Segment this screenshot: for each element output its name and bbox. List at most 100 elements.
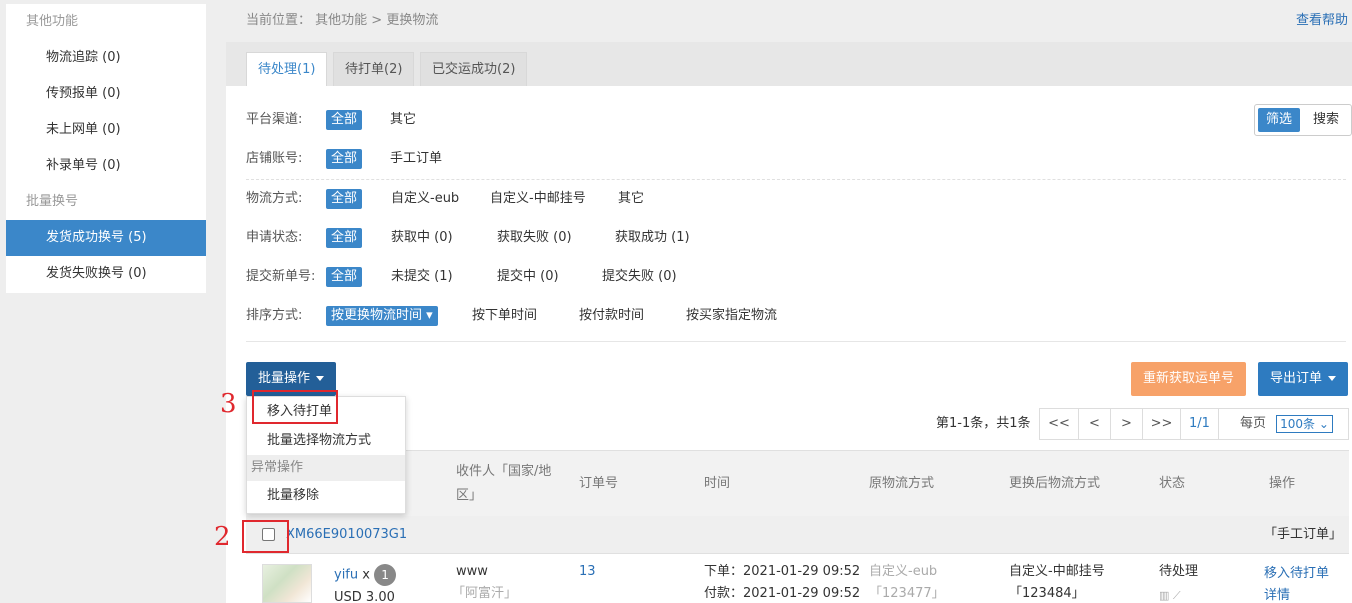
per-page-value: 100条 (1280, 416, 1316, 431)
filter-submit-in-progress[interactable]: 提交中 (0) (497, 265, 559, 289)
pager-prev-button[interactable]: < (1078, 408, 1111, 440)
pay-time: 付款：2021-01-29 09:52 (704, 586, 861, 601)
sort-by-pay-time[interactable]: 按付款时间 (579, 304, 644, 328)
pager-last-button[interactable]: >> (1142, 408, 1181, 440)
recipient-country: 「阿富汗」 (452, 586, 518, 601)
filter-logistics-other[interactable]: 其它 (618, 187, 644, 211)
filter-mode-button[interactable]: 筛选 (1258, 108, 1301, 132)
filter-logistics-china-post[interactable]: 自定义-中邮挂号 (490, 187, 586, 211)
search-mode-button[interactable]: 搜索 (1305, 108, 1347, 132)
table-header: 收件人「国家/地区」 订单号 时间 原物流方式 更换后物流方式 状态 操作 (246, 450, 1349, 516)
new-logistics: 自定义-中邮挂号 (1009, 564, 1105, 579)
new-tracking: 「123484」 (1009, 586, 1085, 601)
sidebar-item-ship-success[interactable]: 发货成功换号 (5) (6, 220, 206, 256)
batch-operation-label: 批量操作 (258, 371, 311, 386)
per-page-select[interactable]: 100条 ⌄ (1276, 414, 1333, 433)
filter-platform-all[interactable]: 全部 (326, 110, 363, 130)
pager-first-button[interactable]: << (1039, 408, 1079, 440)
per-page-label: 每页 (1240, 416, 1267, 431)
menu-select-logistics[interactable]: 批量选择物流方式 (247, 426, 405, 455)
main-area: 当前位置： 其他功能 > 更换物流 查看帮助 待处理(1) 待打单(2) 已交运… (214, 0, 1352, 603)
filter-submit: 提交新单号: 全部 未提交 (1) 提交中 (0) 提交失败 (0) (246, 265, 1146, 289)
tab-to-print[interactable]: 待打单(2) (333, 52, 415, 86)
header-action: 操作 (1269, 476, 1296, 491)
annotation-number-3: 3 (220, 389, 237, 419)
row-detail-link[interactable]: 详情 (1264, 585, 1290, 603)
filter-status-fetching[interactable]: 获取中 (0) (391, 226, 453, 250)
sidebar-section-batch: 批量换号 (26, 194, 79, 209)
filter-logistics-eub[interactable]: 自定义-eub (391, 187, 459, 211)
filter-status-success[interactable]: 获取成功 (1) (615, 226, 690, 250)
filter-submit-failed[interactable]: 提交失败 (0) (602, 265, 677, 289)
row-status: 待处理 (1159, 564, 1199, 579)
filter-sort: 排序方式: 按更换物流时间 ▾ 按下单时间 按付款时间 按买家指定物流 (246, 304, 1146, 328)
sort-by-order-time[interactable]: 按下单时间 (472, 304, 537, 328)
barcode-icon[interactable]: ▥ ⟋ (1159, 585, 1181, 603)
help-link[interactable]: 查看帮助 (1296, 0, 1348, 42)
filter-submit-not[interactable]: 未提交 (1) (391, 265, 453, 289)
annotation-box-2 (242, 520, 289, 553)
refetch-tracking-button[interactable]: 重新获取运单号 (1131, 362, 1247, 396)
breadcrumb-path: 其他功能 > 更换物流 (315, 13, 439, 28)
filter-shop: 店铺账号: 全部 手工订单 (246, 147, 1146, 171)
product-x: x (362, 567, 370, 583)
recipient-name: www (456, 564, 488, 579)
tab-shipped[interactable]: 已交运成功(2) (420, 52, 528, 86)
sidebar-item-ship-fail[interactable]: 发货失败换号 (0) (6, 256, 206, 292)
pager-summary: 第1-1条，共1条 (936, 416, 1031, 431)
filter-status: 申请状态: 全部 获取中 (0) 获取失败 (0) 获取成功 (1) (246, 226, 1146, 250)
menu-batch-remove[interactable]: 批量移除 (247, 481, 405, 511)
export-orders-button[interactable]: 导出订单 (1258, 362, 1349, 396)
header-status: 状态 (1159, 476, 1186, 491)
filter-platform: 平台渠道: 全部 其它 (246, 108, 1146, 132)
export-orders-label: 导出订单 (1270, 371, 1323, 386)
sidebar-item-prereport[interactable]: 传预报单 (0) (6, 76, 206, 112)
annotation-box-3 (252, 390, 338, 424)
pager-next-button[interactable]: > (1110, 408, 1143, 440)
filter-status-all[interactable]: 全部 (326, 228, 363, 248)
sort-by-change-time[interactable]: 按更换物流时间 ▾ (326, 306, 438, 326)
divider (246, 341, 1346, 342)
sidebar-section-other: 其他功能 (26, 14, 79, 29)
filter-status-label: 申请状态: (246, 230, 303, 245)
orig-tracking: 「123477」 (869, 586, 945, 601)
product-info: yifu x 1 (334, 564, 397, 587)
header-recipient: 收件人「国家/地区」 (456, 464, 552, 503)
sidebar-item-supplement[interactable]: 补录单号 (0) (6, 148, 206, 184)
filter-search-switch: 筛选 搜索 (1254, 104, 1352, 136)
order-time: 下单：2021-01-29 09:52 (704, 564, 861, 579)
filter-shop-label: 店铺账号: (246, 151, 303, 166)
chevron-down-icon: ⌄ (1318, 416, 1329, 431)
filter-platform-label: 平台渠道: (246, 112, 303, 127)
annotation-number-2: 2 (214, 522, 231, 552)
filter-logistics: 物流方式: 全部 自定义-eub 自定义-中邮挂号 其它 (246, 187, 1146, 211)
row-move-to-print-link[interactable]: 移入待打单 (1264, 563, 1329, 585)
filter-logistics-all[interactable]: 全部 (326, 189, 363, 209)
header-new-logistics: 更换后物流方式 (1009, 476, 1101, 491)
sidebar-item-not-online[interactable]: 未上网单 (0) (6, 112, 206, 148)
breadcrumb-prefix: 当前位置： (246, 13, 312, 28)
orig-logistics: 自定义-eub (869, 564, 938, 579)
sort-by-buyer-logistics[interactable]: 按买家指定物流 (686, 304, 777, 328)
order-number-link[interactable]: 13 (579, 561, 596, 583)
filter-sort-label: 排序方式: (246, 308, 303, 323)
filter-shop-all[interactable]: 全部 (326, 149, 363, 169)
product-name-link[interactable]: yifu (334, 568, 358, 583)
caret-down-icon (316, 376, 325, 381)
tab-pending[interactable]: 待处理(1) (246, 52, 328, 86)
filter-platform-other[interactable]: 其它 (390, 108, 416, 132)
header-time: 时间 (704, 476, 731, 491)
filter-logistics-label: 物流方式: (246, 191, 303, 206)
caret-down-icon (1328, 376, 1337, 381)
tracking-number-link[interactable]: XM66E9010073G1 (286, 524, 407, 546)
filter-submit-label: 提交新单号: (246, 269, 316, 284)
filter-submit-all[interactable]: 全部 (326, 267, 363, 287)
filter-shop-manual[interactable]: 手工订单 (390, 147, 442, 171)
product-thumbnail[interactable] (262, 564, 312, 603)
filter-status-failed[interactable]: 获取失败 (0) (497, 226, 572, 250)
sidebar-item-tracking[interactable]: 物流追踪 (0) (6, 40, 206, 76)
order-group-row: XM66E9010073G1 「手工订单」 (246, 516, 1349, 554)
order-source-label: 「手工订单」 (1264, 527, 1343, 542)
content-panel: 平台渠道: 全部 其它 筛选 搜索 店铺账号: 全部 手工订单 物流方式: 全部… (214, 86, 1352, 603)
header-order-no: 订单号 (579, 476, 619, 491)
